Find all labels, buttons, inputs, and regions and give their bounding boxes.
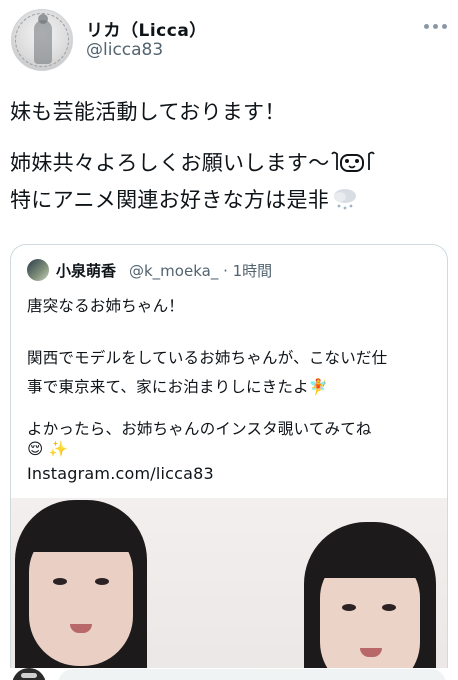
more-dot: [432, 23, 438, 29]
author-handle[interactable]: @licca83: [86, 40, 163, 60]
tweet-text-line-3: 特にアニメ関連お好きな方は是非: [10, 184, 358, 214]
reply-input[interactable]: [58, 669, 446, 680]
quoted-emoji-line: 😌 ✨: [27, 440, 68, 458]
quoted-author-avatar: [27, 259, 49, 281]
bear-face-emoji-icon: [330, 150, 376, 174]
tweet-text-line-3-text: 特にアニメ関連お好きな方は是非: [10, 188, 330, 212]
tweet-text-line-1: 妹も芸能活動しております！: [10, 100, 286, 124]
quoted-tweet-card[interactable]: 小泉萌香 @k_moeka_ · 1時間 唐突なるお姉ちゃん！ 関西でモデルをし…: [10, 244, 448, 680]
quoted-media-image[interactable]: [11, 498, 447, 680]
tweet-text-line-2-text: 姉妹共々よろしくお願いします〜: [10, 151, 330, 175]
person-right-eye: [382, 604, 396, 611]
quoted-link[interactable]: Instagram.com/licca83: [27, 464, 214, 483]
quoted-text-line-3: 事で東京来て、家にお泊まりしにきたよ🧚: [27, 378, 329, 396]
more-options-icon[interactable]: [420, 14, 450, 38]
tweet-header: リカ（Licca） @licca83: [0, 0, 458, 80]
quoted-text-line-2: 関西でモデルをしているお姉ちゃんが、こないだ仕: [27, 349, 388, 367]
person-left-eye: [95, 578, 109, 585]
quoted-author-handle-time: @k_moeka_ · 1時間: [129, 262, 273, 280]
more-dot: [423, 23, 429, 29]
tweet-text-line-2: 姉妹共々よろしくお願いします〜: [10, 147, 376, 177]
avatar-figure-body: [34, 20, 52, 64]
author-avatar[interactable]: [11, 9, 73, 71]
person-left-bangs: [25, 512, 135, 552]
person-right-bangs: [316, 536, 424, 578]
person-left-eye: [53, 578, 67, 585]
quoted-text-line-1: 唐突なるお姉ちゃん！: [27, 297, 185, 315]
author-display-name[interactable]: リカ（Licca）: [86, 16, 207, 41]
quoted-text-line-4: よかったら、お姉ちゃんのインスタ覗いてみてね: [27, 420, 372, 438]
cloud-snow-emoji-icon: [332, 187, 358, 211]
person-right-eye: [342, 604, 356, 611]
more-dot: [441, 23, 447, 29]
quoted-author-name: 小泉萌香: [56, 262, 117, 280]
